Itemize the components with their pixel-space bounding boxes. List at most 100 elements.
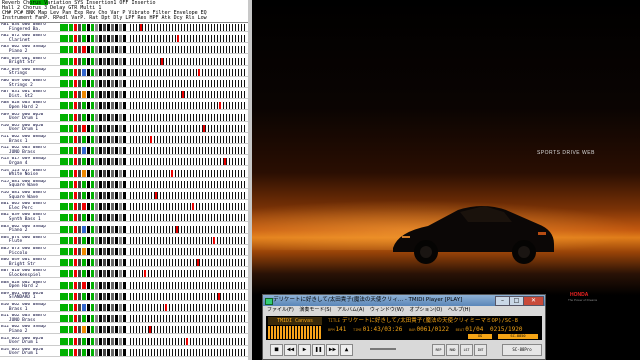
stop-button[interactable]: ■: [270, 344, 283, 356]
channel-row[interactable]: A05 049 000 08map Strings: [0, 68, 248, 77]
menu-file[interactable]: ファイル(F): [267, 307, 294, 313]
next-button[interactable]: ▶▶: [326, 344, 339, 356]
random-toggle[interactable]: RND: [446, 344, 459, 356]
row-separator: [0, 277, 248, 279]
channel-row[interactable]: A04 049 001 08Bro Bright Str: [0, 57, 248, 66]
param-cell: [87, 24, 90, 31]
param-cell: [91, 136, 94, 143]
bar-value: 0061/0122: [416, 326, 450, 333]
title-bar[interactable]: デリケートに好きして/太田貴子(魔法の天使クリィ... - TMIDI Play…: [263, 295, 545, 306]
channel-row[interactable]: A01 034 000 08Bro Fingered Ba.: [0, 23, 248, 32]
param-cell: [103, 124, 106, 132]
menu-options[interactable]: オプション(O): [409, 307, 442, 313]
eject-button[interactable]: ▲: [340, 344, 353, 356]
param-cell: [74, 180, 77, 188]
param-cell: [115, 124, 118, 132]
channel-row[interactable]: B09 001 000 0050 STANDARD 1: [0, 292, 248, 301]
play-button[interactable]: ▶: [298, 344, 311, 356]
param-cell: [82, 68, 86, 76]
param-cell: [95, 80, 98, 87]
param-cell: [103, 270, 106, 278]
channel-row[interactable]: A02 072 000 08Bro Clarinet: [0, 34, 248, 44]
param-cell: [69, 46, 73, 54]
channel-row[interactable]: A16 081 000 08Bro Square Wave: [0, 191, 248, 200]
channel-row[interactable]: B04 074 000 08Bro Flute: [0, 236, 248, 245]
param-cell: [78, 214, 81, 222]
channel-row[interactable]: A10 065 000 0050 User Drum 1: [0, 124, 248, 133]
param-cell: [60, 113, 68, 121]
repeat-toggle[interactable]: REP: [432, 344, 445, 356]
param-cell: [78, 259, 81, 267]
song-title-line: TITLE デリケートに好きして/太田貴子(魔法の天使クリィミーマミOP)/SC-…: [328, 317, 518, 325]
param-cell: [74, 248, 77, 255]
maximize-button[interactable]: □: [509, 296, 524, 306]
channel-row[interactable]: B06 049 001 08Bro Bright Str: [0, 258, 248, 268]
param-cell: [95, 169, 98, 177]
param-cell: [95, 281, 98, 289]
param-cell: [111, 102, 114, 110]
previous-button[interactable]: ◀◀: [284, 344, 297, 356]
channel-row[interactable]: A07 031 001 08Bro Dist. Gt2: [0, 90, 248, 100]
param-cell: [107, 136, 110, 143]
channel-row[interactable]: B03 002 000 SSmap Piano 2: [0, 225, 248, 234]
channel-row[interactable]: B10 062 000 08map Brass 1: [0, 303, 248, 312]
param-cell: [123, 192, 126, 199]
param-cell: [78, 180, 81, 188]
channel-row[interactable]: A06 049 000 08Bro Strings 2: [0, 79, 248, 88]
param-cell: [123, 270, 126, 278]
keyboard: [128, 348, 246, 356]
param-cell: [107, 35, 110, 43]
param-cell: [123, 57, 126, 65]
param-cell: [103, 180, 106, 188]
intro-toggle[interactable]: INT: [474, 344, 487, 356]
channel-row[interactable]: A14 123 017 08Bro White Noise: [0, 169, 248, 178]
channel-row[interactable]: A09 065 000 0050 User Drum 1: [0, 113, 248, 122]
param-cell: [60, 147, 68, 155]
channel-row[interactable]: A15 081 000 08map Square Wave: [0, 180, 248, 189]
param-cell: [82, 136, 86, 143]
menu-help[interactable]: ヘルプ(H): [448, 307, 471, 313]
device-select[interactable]: SC-88Pro: [502, 344, 542, 356]
pause-button[interactable]: ❚❚: [312, 344, 325, 356]
param-cell: [115, 236, 118, 244]
channel-row[interactable]: B08 028 002 08Bro Open Hard 2: [0, 281, 248, 290]
channel-row[interactable]: A03 002 000 SSmap Piano 2: [0, 45, 248, 55]
channel-row[interactable]: A13 017 009 08map Organ 4: [0, 157, 248, 167]
channel-row[interactable]: B02 039 000 08Bro Synth Bass 1: [0, 213, 248, 223]
param-cell: [95, 337, 98, 345]
app-icon: [265, 298, 273, 305]
seek-bar[interactable]: [370, 348, 396, 350]
channel-row[interactable]: A11 062 000 08map Brass 1: [0, 135, 248, 144]
param-cell: [99, 158, 102, 166]
minimize-button[interactable]: –: [495, 296, 510, 306]
channel-row[interactable]: B07 010 000 08Bro Glockenspiel: [0, 269, 248, 279]
param-cell: [103, 315, 106, 323]
param-cell: [69, 337, 73, 345]
param-cell: [111, 259, 114, 267]
param-cell: [119, 292, 122, 300]
param-cell: [78, 124, 81, 132]
param-cell: [111, 80, 114, 87]
channel-row[interactable]: B01 005 000 08Bro Elec Perc: [0, 202, 248, 212]
menu-play-mode[interactable]: 演奏モード(S): [299, 307, 331, 313]
param-cell: [107, 203, 110, 211]
channel-row[interactable]: B11 062 003 08Bro JUNO Brass: [0, 314, 248, 324]
param-cell: [69, 315, 73, 323]
channel-row[interactable]: B05 073 000 08Bro Piccolo: [0, 247, 248, 256]
close-button[interactable]: ✕: [523, 296, 544, 306]
list-toggle[interactable]: LST: [460, 344, 473, 356]
param-cell: [99, 180, 102, 188]
channel-row[interactable]: A08 028 003 08Bro Open Hard 2: [0, 101, 248, 111]
active-note: [224, 158, 226, 166]
channel-row[interactable]: B12 002 000 SSmap Piano 2: [0, 325, 248, 335]
channel-row[interactable]: A12 062 003 08Bro JUNO Brass: [0, 146, 248, 156]
param-cell: [60, 80, 68, 87]
menu-window[interactable]: ウィンドウ(W): [370, 307, 404, 313]
param-cell: [119, 225, 122, 233]
param-cell: [111, 68, 114, 76]
menu-album[interactable]: アルバム(A): [337, 307, 364, 313]
channel-row[interactable]: B13 065 000 0050 User Drum 1: [0, 337, 248, 346]
channel-row[interactable]: B14 065 000 0050 User Drum 1: [0, 348, 248, 357]
brand-slogan: The Power of Dreams: [568, 298, 598, 302]
param-cell: [69, 259, 73, 267]
